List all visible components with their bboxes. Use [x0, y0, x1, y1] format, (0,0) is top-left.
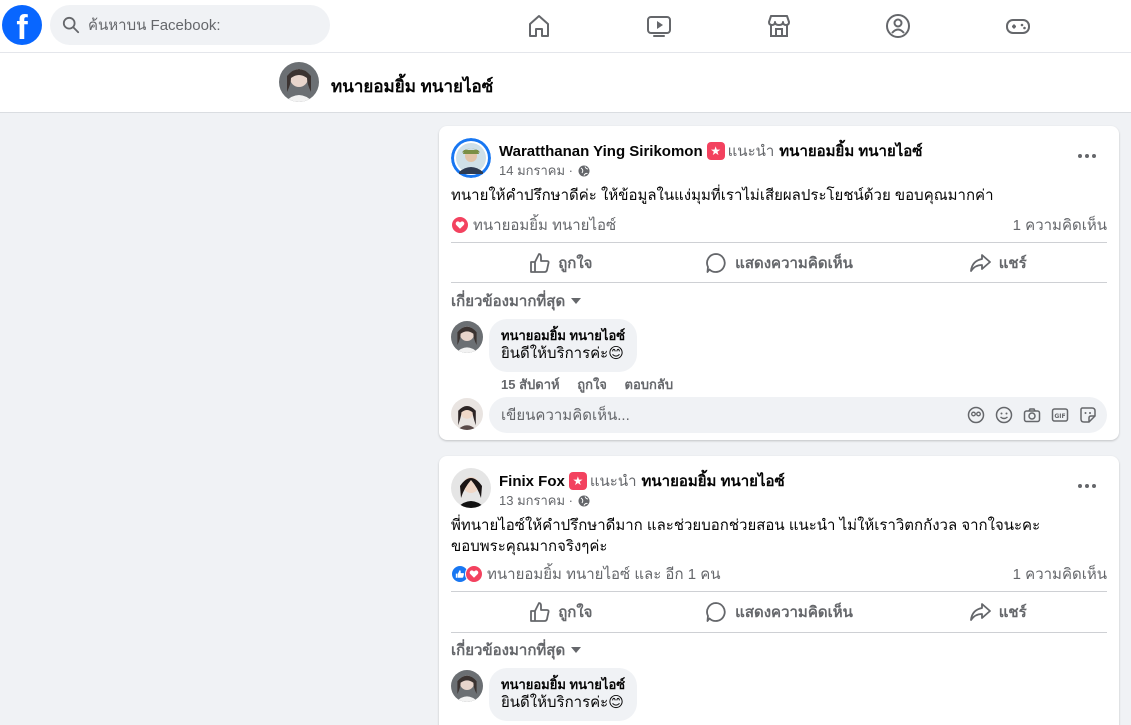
sticker-icon[interactable] — [1079, 406, 1097, 424]
groups-icon[interactable] — [884, 12, 912, 40]
post-text: ทนายให้คำปรึกษาดีค่ะ ให้ข้อมูลในแง่มุมที… — [451, 187, 994, 204]
post-date[interactable]: 13 มกราคม · — [499, 490, 590, 511]
post-actions: ถูกใจ แสดงความคิดเห็น แชร์ — [451, 593, 1107, 631]
share-label: แชร์ — [998, 255, 1027, 272]
globe-icon — [578, 165, 590, 176]
commenter-avatar[interactable] — [451, 670, 483, 702]
review-post: Finix Fox ★ แนะนำ ทนายอมยิ้ม ทนายไอซ์ 13… — [439, 456, 1119, 725]
page-title[interactable]: ทนายอมยิ้ม ทนายไอซ์ — [331, 73, 493, 100]
comment-input[interactable]: เขียนความคิดเห็น... GIF — [489, 397, 1107, 433]
comment-like-button[interactable]: ถูกใจ — [577, 377, 607, 392]
comment-icon — [706, 253, 726, 273]
reactor-names[interactable]: ทนายอมยิ้ม ทนายไอซ์ — [473, 213, 616, 237]
comment-filter-dropdown[interactable]: เกี่ยวข้องมากที่สุด — [451, 289, 582, 313]
divider — [451, 282, 1107, 283]
love-reaction-icon — [465, 565, 483, 583]
comment-count[interactable]: 1 ความคิดเห็น — [1013, 562, 1107, 586]
svg-text:GIF: GIF — [1054, 413, 1065, 420]
gaming-icon[interactable] — [1004, 12, 1032, 40]
recommend-icon: ★ — [706, 142, 725, 160]
comment-text: ยินดีให้บริการค่ะ😊 — [501, 694, 624, 711]
like-button[interactable]: ถูกใจ — [451, 244, 670, 282]
comment-input-placeholder: เขียนความคิดเห็น... — [501, 407, 630, 424]
author-avatar[interactable] — [451, 468, 491, 508]
like-label: ถูกใจ — [558, 604, 593, 621]
marketplace-icon[interactable] — [765, 12, 793, 40]
more-options-icon[interactable] — [1077, 146, 1097, 166]
share-button[interactable]: แชร์ — [888, 593, 1107, 631]
comment-meta: 15 สัปดาห์ ถูกใจ ตอบกลับ — [501, 374, 687, 395]
facebook-logo[interactable]: f — [2, 5, 42, 45]
divider — [451, 632, 1107, 633]
globe-icon — [578, 495, 590, 506]
author-name[interactable]: Waratthanan Ying Sirikomon — [499, 143, 703, 160]
thumbs-up-icon — [530, 253, 550, 273]
share-label: แชร์ — [998, 604, 1027, 621]
comment-tools: GIF — [967, 406, 1097, 424]
like-button[interactable]: ถูกใจ — [451, 593, 670, 631]
like-label: ถูกใจ — [558, 255, 593, 272]
share-icon — [969, 603, 991, 621]
post-date[interactable]: 14 มกราคม · — [499, 160, 590, 181]
comment-bubble: ทนายอมยิ้ม ทนายไอซ์ ยินดีให้บริการค่ะ😊 — [489, 319, 638, 372]
recommended-page-link[interactable]: ทนายอมยิ้ม ทนายไอซ์ — [642, 469, 785, 493]
post-date-text: 13 มกราคม · — [499, 493, 574, 508]
love-reaction-icon — [451, 216, 469, 234]
comment-filter-dropdown[interactable]: เกี่ยวข้องมากที่สุด — [451, 638, 582, 662]
avatar-sticker-icon[interactable] — [967, 406, 985, 424]
comment-icon — [706, 602, 726, 622]
comment-button[interactable]: แสดงความคิดเห็น — [670, 244, 889, 282]
page-avatar[interactable] — [279, 62, 319, 102]
page-header-bar: ทนายอมยิ้ม ทนายไอซ์ — [0, 53, 1131, 113]
post-date-text: 14 มกราคม · — [499, 163, 574, 178]
video-icon[interactable] — [645, 12, 673, 40]
comment-reply-button[interactable]: ตอบกลับ — [625, 377, 674, 392]
gif-icon[interactable]: GIF — [1051, 406, 1069, 424]
reactions-summary[interactable]: ทนายอมยิ้ม ทนายไอซ์ และ อีก 1 คน 1 ความค… — [451, 563, 1107, 585]
search-icon — [62, 16, 80, 34]
comment-label: แสดงความคิดเห็น — [735, 604, 853, 621]
comment-button[interactable]: แสดงความคิดเห็น — [670, 593, 889, 631]
reactions-summary[interactable]: ทนายอมยิ้ม ทนายไอซ์ 1 ความคิดเห็น — [451, 214, 1107, 236]
author-avatar[interactable] — [451, 138, 491, 178]
commenter-avatar[interactable] — [451, 321, 483, 353]
search-placeholder: ค้นหาบน Facebook: — [88, 17, 221, 34]
home-icon[interactable] — [525, 12, 553, 40]
review-post: Waratthanan Ying Sirikomon ★ แนะนำ ทนายอ… — [439, 126, 1119, 440]
recommended-page-link[interactable]: ทนายอมยิ้ม ทนายไอซ์ — [779, 139, 922, 163]
share-button[interactable]: แชร์ — [888, 244, 1107, 282]
top-navigation-bar: f ค้นหาบน Facebook: — [0, 0, 1131, 53]
caret-down-icon — [571, 647, 582, 653]
divider — [451, 591, 1107, 592]
recommends-label: แนะนำ — [589, 473, 637, 490]
comment-text: ยินดีให้บริการค่ะ😊 — [501, 345, 624, 362]
post-actions: ถูกใจ แสดงความคิดเห็น แชร์ — [451, 244, 1107, 282]
search-input[interactable]: ค้นหาบน Facebook: — [50, 5, 330, 45]
comment-filter-label: เกี่ยวข้องมากที่สุด — [451, 293, 566, 310]
thumbs-up-icon — [530, 602, 550, 622]
comment-bubble: ทนายอมยิ้ม ทนายไอซ์ ยินดีให้บริการค่ะ😊 — [489, 668, 638, 721]
caret-down-icon — [571, 298, 582, 304]
reactor-names[interactable]: ทนายอมยิ้ม ทนายไอซ์ และ อีก 1 คน — [487, 562, 721, 586]
author-name[interactable]: Finix Fox — [499, 473, 565, 490]
share-icon — [969, 254, 991, 272]
post-text: พี่ทนายไอซ์ให้คำปรึกษาดีมาก และช่วยบอกช่… — [451, 517, 1041, 555]
current-user-avatar[interactable] — [451, 398, 483, 430]
comment-count[interactable]: 1 ความคิดเห็น — [1013, 213, 1107, 237]
comment-time[interactable]: 15 สัปดาห์ — [501, 377, 560, 392]
camera-icon[interactable] — [1023, 406, 1041, 424]
commenter-name[interactable]: ทนายอมยิ้ม ทนายไอซ์ — [501, 327, 625, 344]
recommends-label: แนะนำ — [727, 143, 775, 160]
emoji-icon[interactable] — [995, 406, 1013, 424]
comment-label: แสดงความคิดเห็น — [735, 255, 853, 272]
recommend-icon: ★ — [568, 472, 587, 490]
commenter-name[interactable]: ทนายอมยิ้ม ทนายไอซ์ — [501, 676, 625, 693]
comment-filter-label: เกี่ยวข้องมากที่สุด — [451, 642, 566, 659]
more-options-icon[interactable] — [1077, 476, 1097, 496]
divider — [451, 242, 1107, 243]
